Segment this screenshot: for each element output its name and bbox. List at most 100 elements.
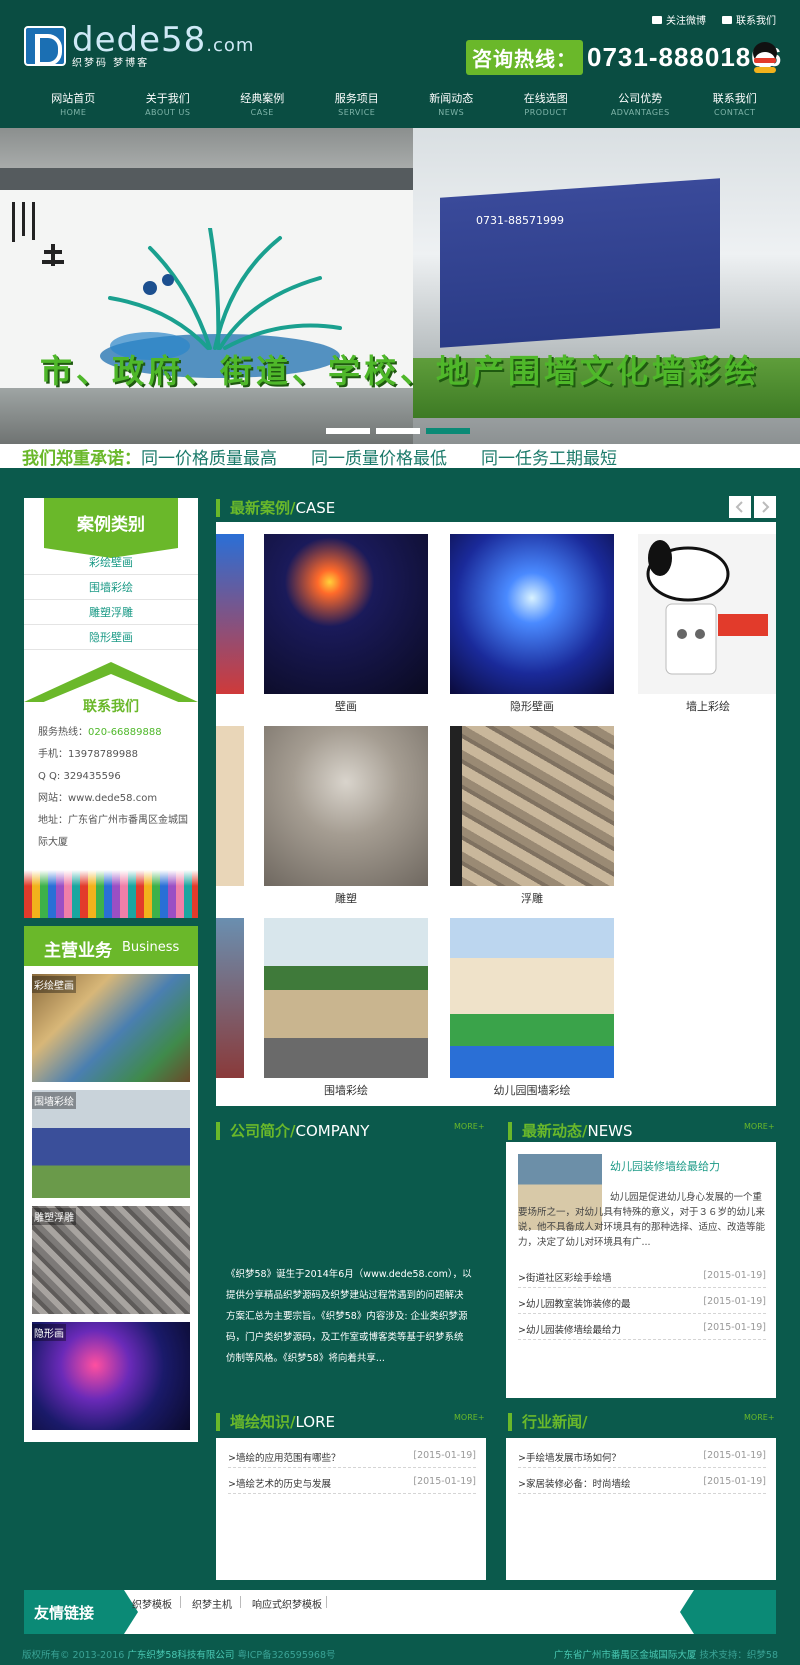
business-item-mural[interactable]: 彩绘壁画 (32, 974, 190, 1082)
company-intro-text: 《织梦58》诞生于2014年6月（www.dede58.com），以提供分享精品… (226, 1269, 472, 1364)
case-caption[interactable]: 围墙彩绘 (264, 1082, 428, 1098)
site-logo[interactable]: dede58.com 织梦码 梦博客 (24, 23, 255, 69)
banner-mural-photo (0, 128, 413, 444)
business-item-label: 彩绘壁画 (32, 976, 76, 993)
industry-list-item[interactable]: >家居装修必备：时尚墙绘 [2015-01-19] (518, 1470, 766, 1494)
lore-list-item[interactable]: >墙绘艺术的历史与发展 [2015-01-19] (228, 1470, 476, 1494)
case-caption[interactable]: 雕塑 (264, 890, 428, 906)
hotline-label: 服务热线： (38, 727, 88, 738)
billboard-phone: 0731-88571999 (476, 214, 564, 227)
category-item[interactable]: 隐形壁画 (24, 625, 198, 650)
case-image-relief[interactable] (450, 726, 614, 886)
case-caption[interactable]: 墙上彩绘 (626, 698, 776, 714)
friend-link[interactable]: 响应式织梦模板 (252, 1596, 322, 1611)
case-caption[interactable]: 浮雕 (450, 890, 614, 906)
banner-dot[interactable] (376, 428, 420, 434)
business-box: 主营业务 Business 彩绘壁画 围墙彩绘 雕塑浮雕 隐形画 (24, 926, 198, 1442)
news-more-link[interactable]: MORE+ (744, 1122, 775, 1131)
follow-weibo-label: 关注微博 (666, 16, 706, 27)
news-title-cn: 最新动态/ (522, 1122, 588, 1140)
nav-news[interactable]: 新闻动态 NEWS (404, 90, 499, 117)
case-image-sculpture[interactable] (264, 726, 428, 886)
news-feature-title[interactable]: 幼儿园装修墙绘最给力 (610, 1158, 720, 1174)
company-name-link[interactable]: 广东织梦58科技有限公司 (127, 1650, 234, 1661)
friend-link[interactable]: 织梦模板 (132, 1596, 172, 1611)
industry-more-link[interactable]: MORE+ (744, 1413, 775, 1422)
follow-weibo-link[interactable]: 关注微博 (652, 12, 706, 27)
nav-label: 关于我们 (145, 92, 190, 105)
contact-us-label: 联系我们 (736, 16, 776, 27)
case-image-wall[interactable] (264, 918, 428, 1078)
qq-penguin-icon[interactable] (750, 42, 780, 74)
nav-product[interactable]: 在线选图 PRODUCT (499, 90, 594, 117)
category-item[interactable]: 雕塑浮雕 (24, 600, 198, 625)
industry-panel: >手绘墙发展市场如何？ [2015-01-19] >家居装修必备：时尚墙绘 [201… (506, 1438, 776, 1580)
case-caption[interactable]: 幼儿园围墙彩绘 (450, 1082, 614, 1098)
friend-link[interactable]: 织梦主机 (192, 1596, 232, 1611)
chevron-right-icon (762, 501, 770, 513)
industry-list-item[interactable]: >手绘墙发展市场如何？ [2015-01-19] (518, 1444, 766, 1468)
promise-item: 同一任务工期最短 (481, 448, 617, 469)
news-list-item[interactable]: >幼儿园装修墙绘最给力 [2015-01-19] (518, 1316, 766, 1340)
company-more-link[interactable]: MORE+ (454, 1122, 485, 1131)
lore-item-date: [2015-01-19] (413, 1450, 476, 1461)
case-prev-button[interactable] (729, 496, 751, 518)
nav-advantages[interactable]: 公司优势 ADVANTAGES (593, 90, 688, 117)
industry-item-title: >家居装修必备：时尚墙绘 (518, 1479, 631, 1490)
nav-label-en: CONTACT (714, 108, 756, 117)
business-item-wall[interactable]: 围墙彩绘 (32, 1090, 190, 1198)
hero-banner[interactable]: 0731-88571999 市、政府、街道、学校、地产围墙文化墙彩绘 (0, 128, 800, 444)
banner-dot[interactable] (326, 428, 370, 434)
banner-dot-active[interactable] (426, 428, 470, 434)
category-item[interactable]: 围墙彩绘 (24, 575, 198, 600)
nav-about[interactable]: 关于我们 ABOUT US (121, 90, 216, 117)
contact-us-link[interactable]: 联系我们 (722, 12, 776, 27)
nav-service[interactable]: 服务项目 SERVICE (310, 90, 405, 117)
main-nav: 网站首页 HOME 关于我们 ABOUT US 经典案例 CASE 服务项目 SERVI… (26, 90, 782, 117)
news-item-date: [2015-01-19] (703, 1296, 766, 1307)
header: dede58.com 织梦码 梦博客 关注微博 联系我们 咨询热线： 0731-… (0, 0, 800, 128)
category-item[interactable]: 彩绘壁画 (24, 550, 198, 575)
case-image-kindergarten[interactable] (450, 918, 614, 1078)
case-caption[interactable]: 壁画 (264, 698, 428, 714)
logo-suffix: .com (206, 35, 255, 56)
nav-home[interactable]: 网站首页 HOME (26, 90, 121, 117)
contact-title: 联系我们 (83, 699, 139, 715)
news-list-item[interactable]: >幼儿园教室装饰装修的最 [2015-01-19] (518, 1290, 766, 1314)
lore-panel: >墙绘的应用范围有哪些？ [2015-01-19] >墙绘艺术的历史与发展 [201… (216, 1438, 486, 1580)
industry-item-date: [2015-01-19] (703, 1450, 766, 1461)
lore-list-item[interactable]: >墙绘的应用范围有哪些？ [2015-01-19] (228, 1444, 476, 1468)
nav-label-en: HOME (60, 108, 87, 117)
hotline-label: 咨询热线： (466, 39, 583, 75)
news-section-title: 最新动态/NEWS (508, 1122, 633, 1140)
case-caption[interactable]: 隐形壁画 (450, 698, 614, 714)
banner-dots (326, 428, 470, 434)
business-item-invisible[interactable]: 隐形画 (32, 1322, 190, 1430)
case-image-invisible[interactable] (450, 534, 614, 694)
mobile-line: 手机：13978789988 (38, 749, 138, 760)
business-title: 主营业务 (44, 941, 112, 961)
contact-info: 服务热线：020-66889888 手机：13978789988 Q Q: 32… (38, 722, 188, 854)
lore-item-date: [2015-01-19] (413, 1476, 476, 1487)
news-list-item[interactable]: >街道社区彩绘手绘墙 [2015-01-19] (518, 1264, 766, 1288)
news-item-title: >幼儿园装修墙绘最给力 (518, 1325, 621, 1336)
case-image-mural[interactable] (264, 534, 428, 694)
nav-label: 在线选图 (523, 92, 568, 105)
lore-more-link[interactable]: MORE+ (454, 1413, 485, 1422)
nav-contact[interactable]: 联系我们 CONTACT (688, 90, 783, 117)
footer-address: 广东省广州市番禺区金城国际大厦 (553, 1650, 697, 1661)
nav-label: 联系我们 (712, 92, 757, 105)
address-line: 地址：广东省广州市番禺区金城国际大厦 (38, 815, 188, 848)
company-title-cn: 公司简介/ (230, 1122, 296, 1140)
case-gallery: 壁画 隐形壁画 墙上彩绘 雕塑 浮雕 围墙彩绘 幼儿园围墙彩绘 (216, 522, 776, 1106)
business-item-relief[interactable]: 雕塑浮雕 (32, 1206, 190, 1314)
case-category-box: 案例类别 彩绘壁画 围墙彩绘 雕塑浮雕 隐形壁画 联系我们 服务热线：020-6… (24, 498, 198, 918)
case-image-wall-painting[interactable] (638, 534, 776, 694)
nav-case[interactable]: 经典案例 CASE (215, 90, 310, 117)
case-next-button[interactable] (754, 496, 776, 518)
nav-label-en: ABOUT US (145, 108, 191, 117)
hotline: 咨询热线： 0731-88801806 (466, 39, 782, 75)
business-item-label: 雕塑浮雕 (32, 1208, 76, 1225)
nav-label: 服务项目 (334, 92, 379, 105)
case-category-title: 案例类别 (77, 515, 145, 535)
